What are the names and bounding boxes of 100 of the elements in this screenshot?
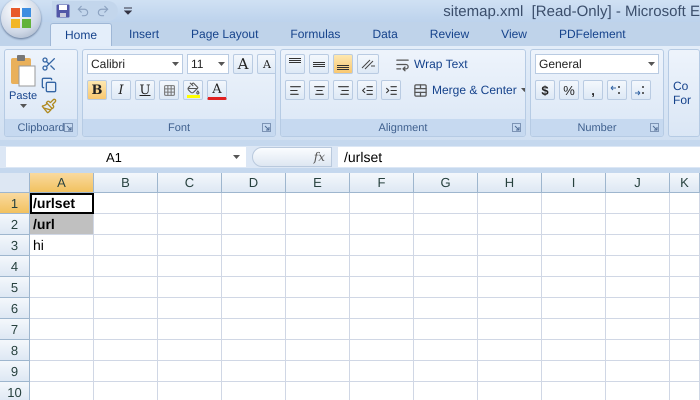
shrink-font-button[interactable]: A — [257, 54, 275, 74]
table-cell[interactable] — [350, 277, 414, 298]
table-cell[interactable] — [542, 193, 606, 214]
decrease-indent-button[interactable] — [357, 80, 377, 100]
table-cell[interactable] — [94, 214, 158, 235]
table-cell[interactable] — [542, 277, 606, 298]
table-cell[interactable] — [542, 214, 606, 235]
font-name-field[interactable]: Calibri — [87, 54, 183, 74]
table-cell[interactable] — [414, 256, 478, 277]
row-header[interactable]: 6 — [0, 298, 30, 319]
increase-decimal-button[interactable] — [607, 80, 627, 100]
percent-button[interactable]: % — [559, 80, 579, 100]
table-cell[interactable] — [350, 319, 414, 340]
font-color-button[interactable]: A — [207, 80, 227, 100]
orientation-button[interactable] — [357, 54, 379, 74]
table-cell[interactable] — [30, 277, 94, 298]
dialog-launcher-icon[interactable] — [650, 123, 659, 132]
table-cell[interactable] — [286, 193, 350, 214]
top-align-button[interactable] — [285, 54, 305, 74]
column-header[interactable]: I — [542, 173, 606, 193]
table-cell[interactable] — [414, 214, 478, 235]
table-cell[interactable] — [158, 214, 222, 235]
table-cell[interactable] — [94, 319, 158, 340]
number-format-field[interactable]: General — [535, 54, 659, 74]
ribbon-button-label[interactable]: For — [673, 93, 695, 107]
table-cell[interactable] — [158, 340, 222, 361]
insert-function-button[interactable]: fx — [252, 147, 332, 167]
column-header[interactable]: J — [606, 173, 670, 193]
ribbon-tab[interactable]: Home — [50, 23, 112, 46]
table-cell[interactable] — [350, 340, 414, 361]
decrease-decimal-button[interactable] — [631, 80, 651, 100]
dialog-launcher-icon[interactable] — [512, 123, 521, 132]
table-cell[interactable] — [222, 277, 286, 298]
table-cell[interactable] — [286, 256, 350, 277]
table-cell[interactable] — [670, 319, 700, 340]
table-cell[interactable] — [222, 340, 286, 361]
table-cell[interactable] — [478, 256, 542, 277]
table-cell[interactable] — [478, 340, 542, 361]
ribbon-tab[interactable]: Formulas — [275, 22, 356, 46]
customize-toolbar-icon[interactable] — [124, 7, 132, 15]
table-cell[interactable]: hi — [30, 235, 94, 256]
table-cell[interactable] — [222, 361, 286, 382]
table-cell[interactable] — [542, 361, 606, 382]
table-cell[interactable] — [606, 193, 670, 214]
table-cell[interactable] — [286, 235, 350, 256]
bottom-align-button[interactable] — [333, 54, 353, 74]
table-cell[interactable] — [222, 193, 286, 214]
table-cell[interactable] — [606, 340, 670, 361]
column-header[interactable]: K — [670, 173, 700, 193]
table-cell[interactable] — [30, 340, 94, 361]
table-cell[interactable] — [606, 277, 670, 298]
currency-button[interactable]: $ — [535, 80, 555, 100]
font-size-field[interactable]: 11 — [187, 54, 229, 74]
column-header[interactable]: G — [414, 173, 478, 193]
table-cell[interactable] — [670, 193, 700, 214]
table-cell[interactable] — [350, 214, 414, 235]
table-cell[interactable] — [670, 214, 700, 235]
table-cell[interactable] — [350, 256, 414, 277]
table-cell[interactable] — [606, 235, 670, 256]
table-cell[interactable]: /urlset — [30, 193, 94, 214]
table-cell[interactable] — [286, 214, 350, 235]
table-cell[interactable] — [414, 235, 478, 256]
table-cell[interactable] — [158, 193, 222, 214]
table-cell[interactable] — [30, 319, 94, 340]
table-cell[interactable] — [350, 193, 414, 214]
table-cell[interactable] — [670, 361, 700, 382]
row-header[interactable]: 8 — [0, 340, 30, 361]
table-cell[interactable] — [414, 193, 478, 214]
table-cell[interactable] — [478, 319, 542, 340]
table-cell[interactable] — [286, 361, 350, 382]
table-cell[interactable] — [222, 214, 286, 235]
table-cell[interactable] — [158, 235, 222, 256]
undo-icon[interactable] — [76, 4, 90, 18]
table-cell[interactable] — [478, 298, 542, 319]
table-cell[interactable] — [478, 277, 542, 298]
table-cell[interactable] — [286, 298, 350, 319]
table-cell[interactable] — [670, 298, 700, 319]
ribbon-tab[interactable]: Page Layout — [176, 22, 274, 46]
comma-button[interactable]: , — [583, 80, 603, 100]
column-header[interactable]: F — [350, 173, 414, 193]
table-cell[interactable] — [478, 214, 542, 235]
ribbon-tab[interactable]: PDFelement — [544, 22, 641, 46]
table-cell[interactable] — [542, 340, 606, 361]
column-header[interactable]: A — [30, 173, 94, 193]
dialog-launcher-icon[interactable] — [64, 123, 73, 132]
redo-icon[interactable] — [96, 4, 110, 18]
table-cell[interactable]: /url — [30, 214, 94, 235]
table-cell[interactable] — [94, 361, 158, 382]
table-cell[interactable] — [350, 298, 414, 319]
table-cell[interactable] — [94, 340, 158, 361]
table-cell[interactable] — [94, 193, 158, 214]
table-cell[interactable] — [30, 256, 94, 277]
underline-button[interactable]: U — [135, 80, 155, 100]
table-cell[interactable] — [670, 340, 700, 361]
row-header[interactable]: 7 — [0, 319, 30, 340]
ribbon-button-label[interactable]: Co — [673, 79, 695, 93]
table-cell[interactable] — [670, 277, 700, 298]
select-all-button[interactable] — [0, 173, 30, 193]
table-cell[interactable] — [606, 214, 670, 235]
scissors-icon[interactable] — [41, 56, 58, 72]
